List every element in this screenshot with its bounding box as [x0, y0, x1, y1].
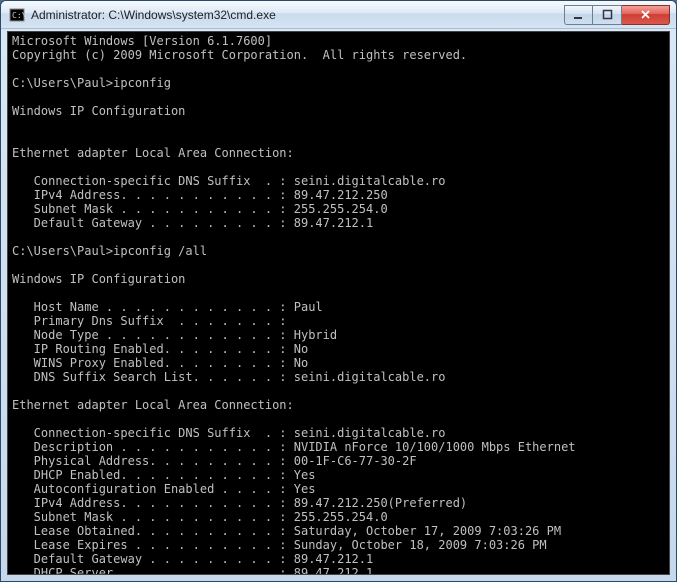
terminal-area[interactable]: Microsoft Windows [Version 6.1.7600] Cop… [7, 31, 670, 575]
header-line-1: Microsoft Windows [Version 6.1.7600] [12, 34, 272, 48]
window-title: Administrator: C:\Windows\system32\cmd.e… [31, 8, 564, 22]
adapter2-dhcp-enabled: DHCP Enabled. . . . . . . . . . . : Yes [12, 468, 315, 482]
adapter2-subnet: Subnet Mask . . . . . . . . . . . : 255.… [12, 510, 388, 524]
section-1-title: Windows IP Configuration [12, 104, 185, 118]
minimize-button[interactable] [564, 5, 593, 25]
section-2-title: Windows IP Configuration [12, 272, 185, 286]
dns-search-list: DNS Suffix Search List. . . . . . : sein… [12, 370, 445, 384]
cmd-window: C:\ Administrator: C:\Windows\system32\c… [0, 0, 677, 582]
adapter-1-title: Ethernet adapter Local Area Connection: [12, 146, 294, 160]
adapter2-dns-suffix: Connection-specific DNS Suffix . : seini… [12, 426, 445, 440]
adapter1-gateway: Default Gateway . . . . . . . . . : 89.4… [12, 216, 373, 230]
ip-routing: IP Routing Enabled. . . . . . . . : No [12, 342, 308, 356]
svg-text:C:\: C:\ [12, 11, 25, 20]
adapter1-ipv4: IPv4 Address. . . . . . . . . . . : 89.4… [12, 188, 388, 202]
adapter1-subnet: Subnet Mask . . . . . . . . . . . : 255.… [12, 202, 388, 216]
host-name: Host Name . . . . . . . . . . . . : Paul [12, 300, 323, 314]
adapter2-lease-expires: Lease Expires . . . . . . . . . . : Sund… [12, 538, 547, 552]
adapter1-dns-suffix: Connection-specific DNS Suffix . : seini… [12, 174, 445, 188]
prompt-1-path: C:\Users\Paul> [12, 76, 113, 90]
adapter2-lease-obtained: Lease Obtained. . . . . . . . . . : Satu… [12, 524, 561, 538]
prompt-1-cmd: ipconfig [113, 76, 171, 90]
primary-dns-suffix: Primary Dns Suffix . . . . . . . : [12, 314, 287, 328]
node-type: Node Type . . . . . . . . . . . . : Hybr… [12, 328, 337, 342]
window-controls [564, 5, 670, 25]
adapter2-ipv4: IPv4 Address. . . . . . . . . . . : 89.4… [12, 496, 467, 510]
header-line-2: Copyright (c) 2009 Microsoft Corporation… [12, 48, 467, 62]
adapter2-description: Description . . . . . . . . . . . : NVID… [12, 440, 576, 454]
adapter2-dhcp-server: DHCP Server . . . . . . . . . . . : 89.4… [12, 566, 373, 575]
adapter2-physical: Physical Address. . . . . . . . . : 00-1… [12, 454, 417, 468]
prompt-2-cmd: ipconfig /all [113, 244, 207, 258]
close-button[interactable] [622, 5, 670, 25]
prompt-2-path: C:\Users\Paul> [12, 244, 113, 258]
adapter-2-title: Ethernet adapter Local Area Connection: [12, 398, 294, 412]
wins-proxy: WINS Proxy Enabled. . . . . . . . : No [12, 356, 308, 370]
adapter2-gateway: Default Gateway . . . . . . . . . : 89.4… [12, 552, 373, 566]
maximize-button[interactable] [593, 5, 622, 25]
titlebar[interactable]: C:\ Administrator: C:\Windows\system32\c… [1, 1, 676, 29]
adapter2-autoconfig: Autoconfiguration Enabled . . . . : Yes [12, 482, 315, 496]
cmd-icon: C:\ [9, 7, 25, 23]
